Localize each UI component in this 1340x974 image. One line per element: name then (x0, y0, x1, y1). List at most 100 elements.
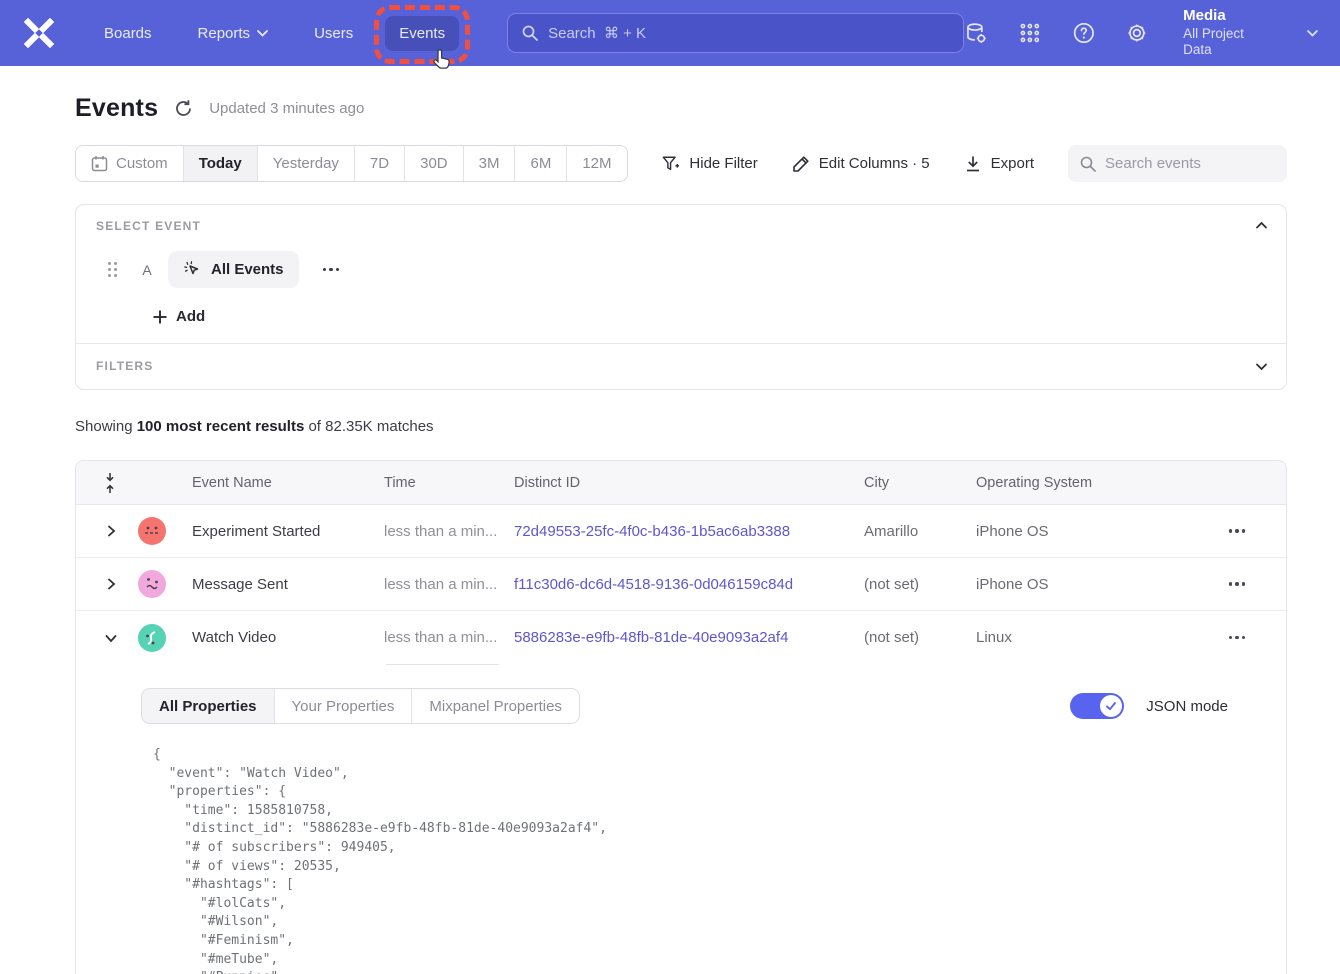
nav-item-users[interactable]: Users (300, 16, 367, 51)
json-mode-label: JSON mode (1146, 698, 1228, 715)
expand-section-icon[interactable] (1255, 360, 1268, 373)
summary-suffix: of 82.35K matches (304, 418, 433, 435)
column-header-os[interactable]: Operating System (976, 475, 1202, 491)
date-option-30d[interactable]: 30D (405, 146, 464, 181)
pencil-icon (792, 155, 810, 173)
json-mode-toggle[interactable] (1070, 693, 1124, 719)
data-management-icon[interactable] (964, 21, 988, 45)
cell-event-name: Message Sent (192, 576, 384, 593)
search-icon (522, 25, 538, 41)
cell-city: (not set) (864, 576, 976, 593)
tab-mixpanel-properties[interactable]: Mixpanel Properties (412, 689, 579, 723)
search-events-field[interactable] (1068, 145, 1287, 182)
cell-os: Linux (976, 629, 1202, 646)
help-icon[interactable] (1072, 21, 1096, 45)
nav-item-reports-label: Reports (198, 25, 251, 42)
cell-event-name: Watch Video (192, 629, 384, 646)
column-header-distinct-id[interactable]: Distinct ID (514, 475, 864, 491)
cell-city: Amarillo (864, 523, 976, 540)
column-header-event-name[interactable]: Event Name (192, 475, 384, 491)
table-header-row: Event Name Time Distinct ID City Operati… (76, 461, 1286, 505)
hide-filter-button[interactable]: Hide Filter (662, 155, 757, 173)
date-option-custom[interactable]: Custom (76, 146, 184, 181)
cell-os: iPhone OS (976, 523, 1202, 540)
avatar-face-icon (138, 517, 166, 545)
edit-columns-button[interactable]: Edit Columns · 5 (792, 155, 930, 173)
cell-time: less than a min... (384, 576, 514, 593)
magic-cursor-icon (183, 260, 202, 279)
event-avatar (138, 570, 166, 598)
cell-os: iPhone OS (976, 576, 1202, 593)
chevron-down-icon[interactable] (1307, 30, 1318, 37)
cell-distinct-id[interactable]: 72d49553-25fc-4f0c-b436-1b5ac6ab3388 (514, 523, 864, 540)
date-option-7d[interactable]: 7D (355, 146, 405, 181)
page-title: Events (75, 94, 158, 123)
row-more-options-icon[interactable] (1223, 523, 1252, 539)
event-json-view[interactable]: { "event": "Watch Video", "properties": … (153, 746, 1286, 974)
project-switcher[interactable]: Media All Project Data (1183, 7, 1275, 60)
calendar-icon (91, 155, 108, 172)
search-events-input[interactable] (1105, 155, 1275, 172)
selected-event-label: All Events (211, 261, 284, 278)
cell-time: less than a min... (384, 523, 514, 540)
table-row[interactable]: Message Sent less than a min... f11c30d6… (76, 558, 1286, 611)
event-more-options-icon[interactable] (317, 262, 346, 278)
row-more-options-icon[interactable] (1223, 576, 1252, 592)
properties-tabs: All Properties Your Properties Mixpanel … (141, 688, 580, 724)
detail-divider (386, 664, 499, 665)
global-search-input[interactable] (548, 25, 949, 42)
clause-letter: A (140, 262, 154, 278)
search-icon (1080, 156, 1096, 172)
date-option-12m[interactable]: 12M (567, 146, 626, 181)
top-navbar: Boards Reports Users Events (0, 0, 1340, 66)
table-row[interactable]: Experiment Started less than a min... 72… (76, 505, 1286, 558)
global-search[interactable] (507, 13, 964, 53)
cell-distinct-id[interactable]: 5886283e-e9fb-48fb-81de-40e9093a2af4 (514, 629, 864, 646)
add-event-label: Add (176, 308, 205, 325)
expand-row-icon[interactable] (105, 578, 117, 590)
column-header-city[interactable]: City (864, 475, 976, 491)
filter-funnel-icon (662, 155, 680, 173)
tab-all-properties[interactable]: All Properties (142, 689, 275, 723)
date-option-today[interactable]: Today (184, 146, 258, 181)
nav-item-boards[interactable]: Boards (90, 16, 166, 51)
nav-item-events-label: Events (399, 25, 445, 42)
event-avatar (138, 517, 166, 545)
date-range-control: Custom Today Yesterday 7D 30D 3M 6M 12M (75, 145, 628, 182)
date-option-3m[interactable]: 3M (464, 146, 516, 181)
apps-grid-icon[interactable] (1018, 21, 1042, 45)
event-avatar (138, 624, 166, 652)
expand-row-icon[interactable] (105, 525, 117, 537)
drag-handle-icon[interactable] (108, 262, 120, 278)
hide-filter-label: Hide Filter (689, 155, 757, 172)
hand-cursor-icon (431, 49, 453, 73)
collapse-section-icon[interactable] (1255, 219, 1268, 232)
nav-item-reports[interactable]: Reports (184, 16, 283, 51)
row-more-options-icon[interactable] (1223, 630, 1252, 646)
date-option-yesterday[interactable]: Yesterday (258, 146, 355, 181)
export-button[interactable]: Export (964, 155, 1034, 173)
filters-section: FILTERS (76, 344, 1286, 389)
project-name: Media (1183, 7, 1275, 26)
mixpanel-logo-icon[interactable] (22, 18, 56, 48)
date-option-6m[interactable]: 6M (515, 146, 567, 181)
cell-distinct-id[interactable]: f11c30d6-dc6d-4518-9136-0d046159c84d (514, 576, 864, 593)
tab-your-properties[interactable]: Your Properties (275, 689, 413, 723)
events-table: Event Name Time Distinct ID City Operati… (75, 460, 1287, 974)
results-summary: Showing 100 most recent results of 82.35… (75, 418, 1287, 435)
edit-columns-label: Edit Columns · 5 (819, 155, 930, 172)
event-selector-button[interactable]: All Events (168, 251, 299, 288)
nav-item-events[interactable]: Events (385, 16, 459, 51)
add-event-button[interactable]: Add (153, 308, 205, 325)
column-header-time[interactable]: Time (384, 475, 514, 491)
plus-icon (153, 310, 167, 324)
collapse-row-icon[interactable] (105, 632, 117, 644)
table-row-expanded[interactable]: Watch Video less than a min... 5886283e-… (76, 611, 1286, 664)
settings-gear-icon[interactable] (1125, 21, 1149, 45)
collapse-all-rows-icon[interactable] (103, 472, 117, 494)
query-builder-card: SELECT EVENT A All Even (75, 204, 1287, 390)
refresh-icon[interactable] (174, 99, 193, 118)
select-event-section: SELECT EVENT A All Even (76, 205, 1286, 343)
export-label: Export (991, 155, 1034, 172)
download-icon (964, 155, 982, 173)
